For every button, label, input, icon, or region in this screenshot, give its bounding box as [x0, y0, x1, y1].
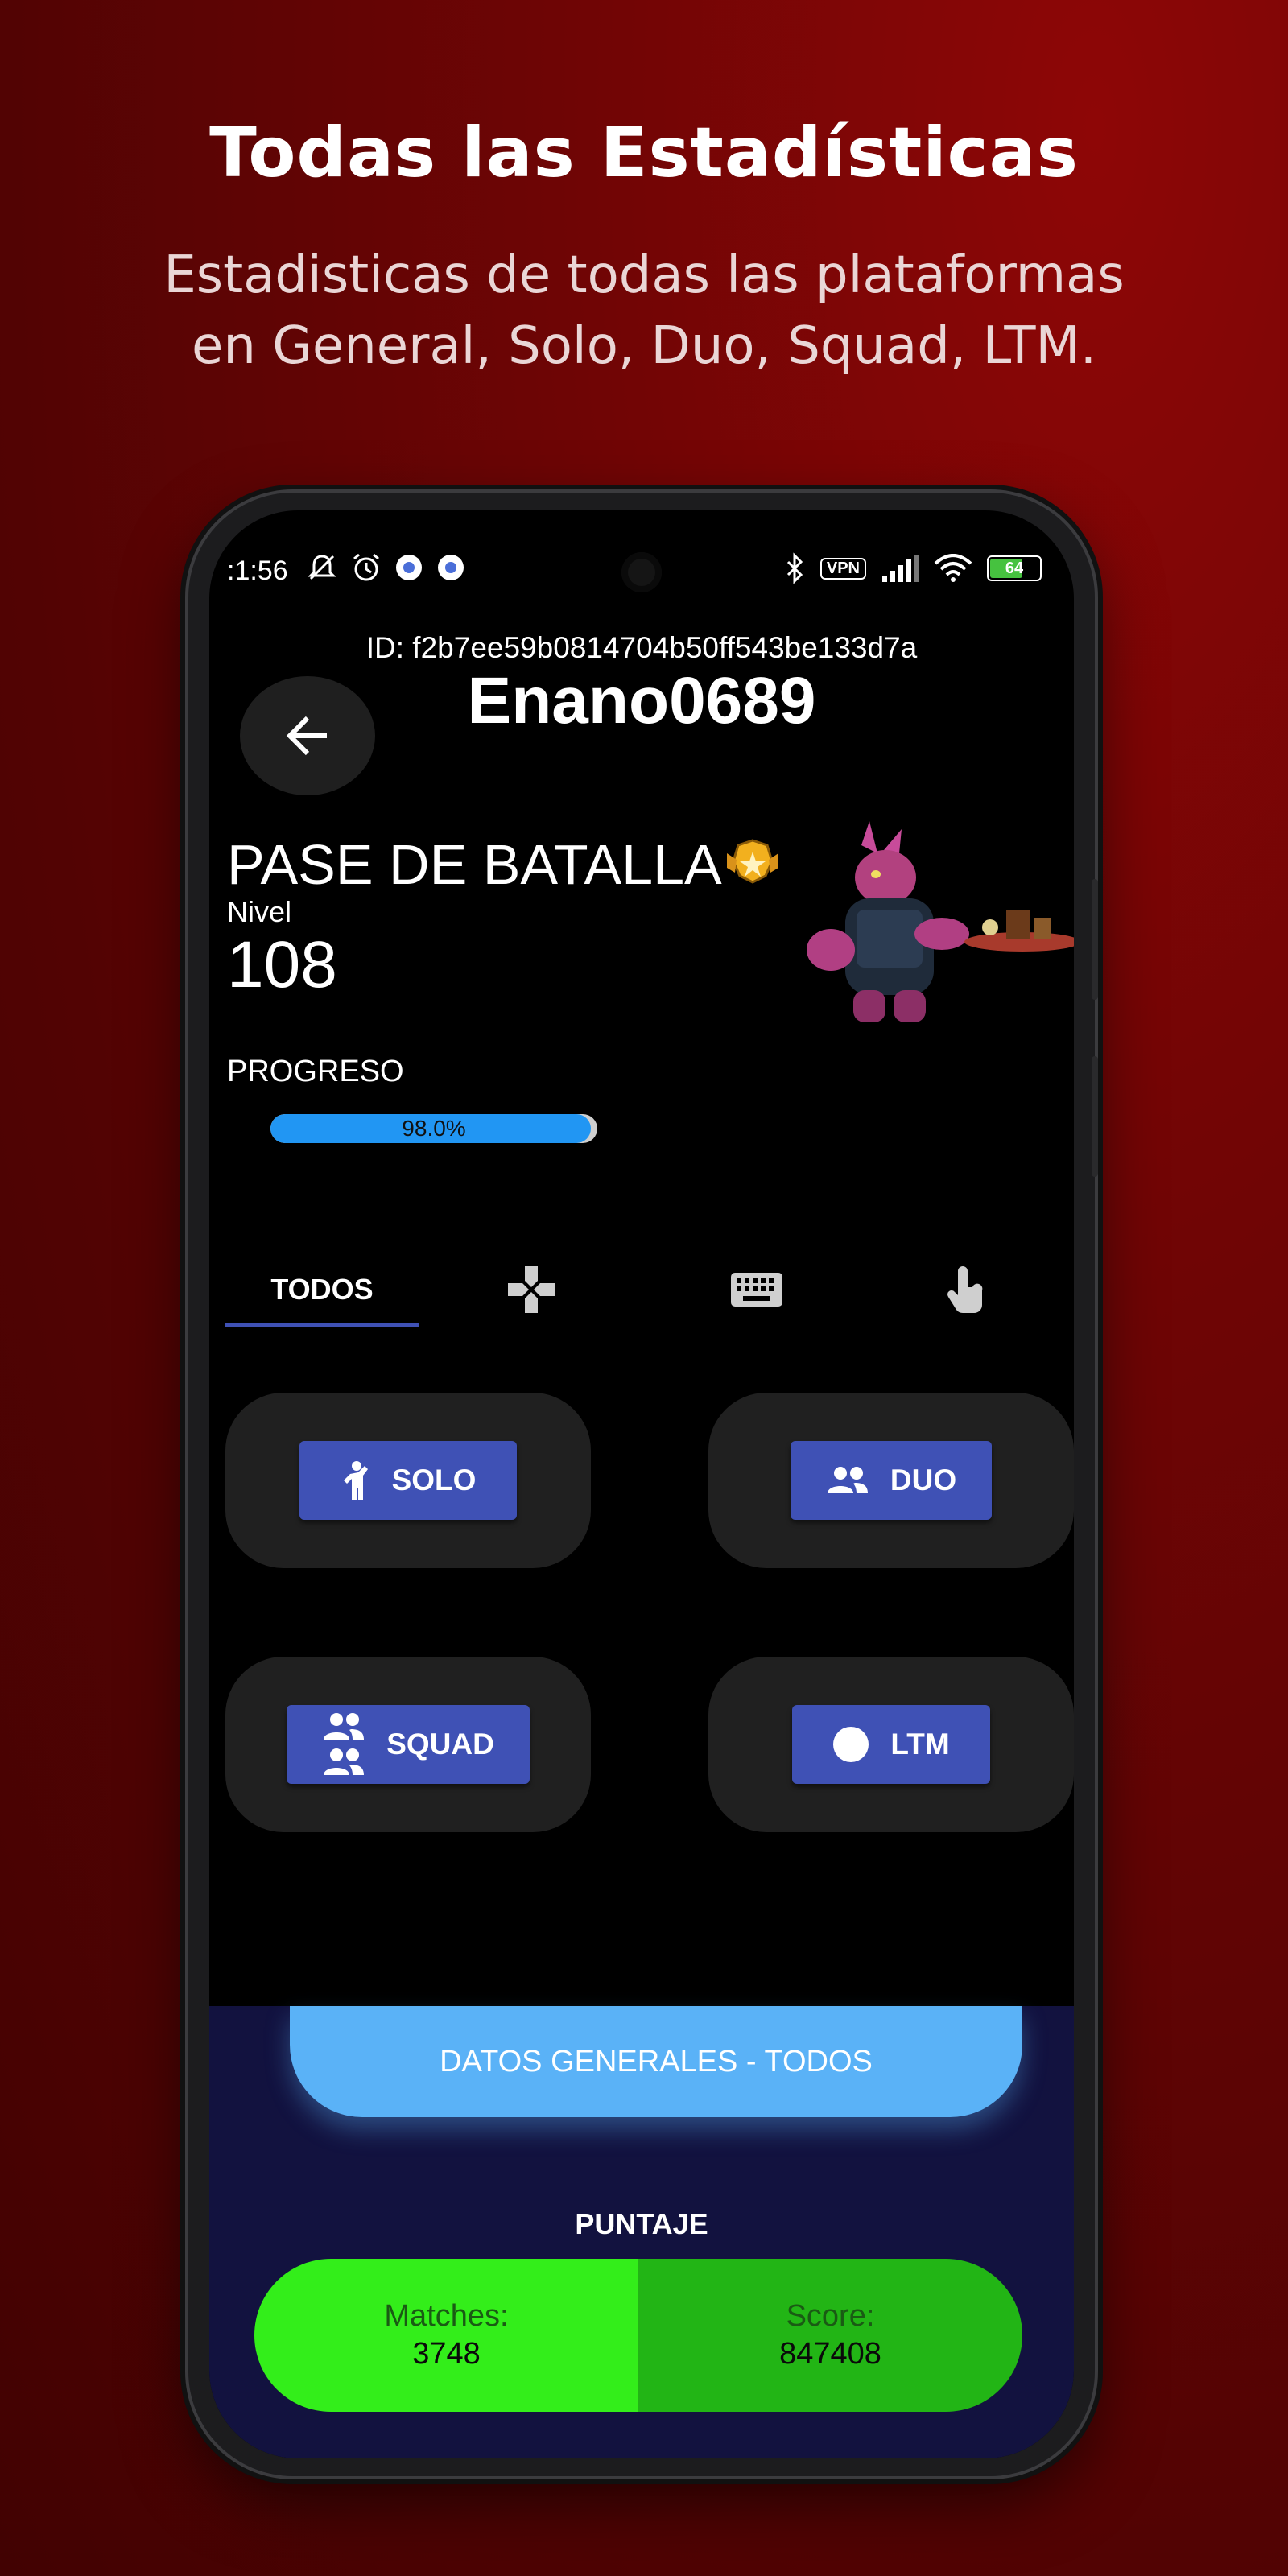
tab-todos[interactable]: TODOS	[209, 1251, 435, 1328]
app-notification-icon	[438, 555, 464, 580]
score-stat: Score: 847408	[638, 2259, 1022, 2412]
tab-todos-label: TODOS	[270, 1273, 374, 1306]
promo-subtitle-line-2: en General, Solo, Duo, Squad, LTM.	[191, 316, 1097, 376]
tab-console[interactable]	[419, 1251, 644, 1328]
mute-icon	[308, 555, 336, 580]
progress-percent: 98.0%	[402, 1116, 466, 1141]
ltm-label: LTM	[890, 1728, 950, 1761]
status-icons-left	[306, 552, 465, 583]
status-icons-right: VPN 64	[785, 552, 1042, 584]
group-icon	[324, 1713, 365, 1775]
mode-card-duo: DUO	[708, 1393, 1074, 1568]
touch-icon	[947, 1266, 983, 1313]
signal-icon	[882, 555, 919, 582]
battle-pass-title: PASE DE BATALLA	[227, 832, 783, 897]
promo-subtitle-line-1: Estadisticas de todas las plataformas	[163, 246, 1125, 305]
matches-stat: Matches: 3748	[254, 2259, 638, 2412]
player-id: ID: f2b7ee59b0814704b50ff543be133d7a	[365, 631, 918, 664]
username: Enano0689	[467, 664, 816, 737]
progress-bar: 98.0%	[270, 1114, 597, 1143]
mode-card-solo: SOLO	[225, 1393, 591, 1568]
section-title-puntaje: PUNTAJE	[575, 2207, 708, 2240]
level-label: Nivel	[227, 895, 292, 928]
score-value: 847408	[779, 2337, 881, 2371]
general-data-button[interactable]: DATOS GENERALES - TODOS	[290, 2006, 1022, 2117]
tab-mobile[interactable]	[853, 1251, 1074, 1328]
platform-tabs: TODOS	[209, 1251, 1074, 1328]
alarm-icon	[353, 553, 379, 581]
solo-label: SOLO	[391, 1463, 477, 1496]
squad-label: SQUAD	[386, 1728, 494, 1761]
mode-card-ltm: LTM	[708, 1657, 1074, 1832]
squad-button[interactable]: SQUAD	[287, 1705, 530, 1784]
promo-subtitle: Estadisticas de todas las plataformas en…	[0, 240, 1288, 382]
level-value: 108	[227, 928, 337, 1001]
general-data-label: DATOS GENERALES - TODOS	[440, 2044, 873, 2079]
skin-character-image	[807, 821, 1074, 1022]
matches-label: Matches:	[384, 2299, 509, 2333]
people-icon	[827, 1467, 868, 1493]
matches-value: 3748	[412, 2337, 481, 2371]
app-notification-icon	[396, 555, 422, 580]
wifi-icon	[934, 554, 972, 582]
phone-frame: :1:56 VPN 64 ID: f2b7ee59b0814704b50ff54	[188, 493, 1098, 2476]
status-bar: :1:56 VPN 64	[209, 510, 1074, 592]
app-screen: :1:56 VPN 64 ID: f2b7ee59b0814704b50ff54	[209, 510, 1074, 2458]
bluetooth-icon	[786, 552, 803, 584]
battery-level: 64	[1005, 559, 1024, 577]
battle-pass-badge-icon	[726, 839, 778, 884]
circle-icon	[833, 1727, 869, 1762]
promo-title: Todas las Estadísticas	[209, 113, 1079, 193]
vpn-badge: VPN	[819, 557, 866, 580]
ltm-button[interactable]: LTM	[792, 1705, 990, 1784]
score-label: Score:	[786, 2299, 875, 2333]
phone-side-button	[1092, 879, 1098, 1000]
duo-label: DUO	[890, 1463, 957, 1496]
gamepad-icon	[508, 1266, 555, 1313]
score-stats-pill: Matches: 3748 Score: 847408	[254, 2259, 1022, 2412]
solo-button[interactable]: SOLO	[299, 1441, 517, 1520]
battle-pass-title-text: PASE DE BATALLA	[227, 833, 722, 896]
tab-pc[interactable]	[644, 1251, 869, 1328]
mode-card-squad: SQUAD	[225, 1657, 591, 1832]
person-icon	[343, 1461, 368, 1500]
keyboard-icon	[731, 1273, 782, 1307]
duo-button[interactable]: DUO	[791, 1441, 992, 1520]
progress-label: PROGRESO	[227, 1055, 404, 1088]
battery-icon: 64	[987, 555, 1042, 581]
front-camera	[621, 552, 662, 592]
phone-side-button	[1092, 1056, 1098, 1177]
status-time: :1:56	[227, 555, 288, 586]
tab-indicator	[225, 1323, 419, 1327]
